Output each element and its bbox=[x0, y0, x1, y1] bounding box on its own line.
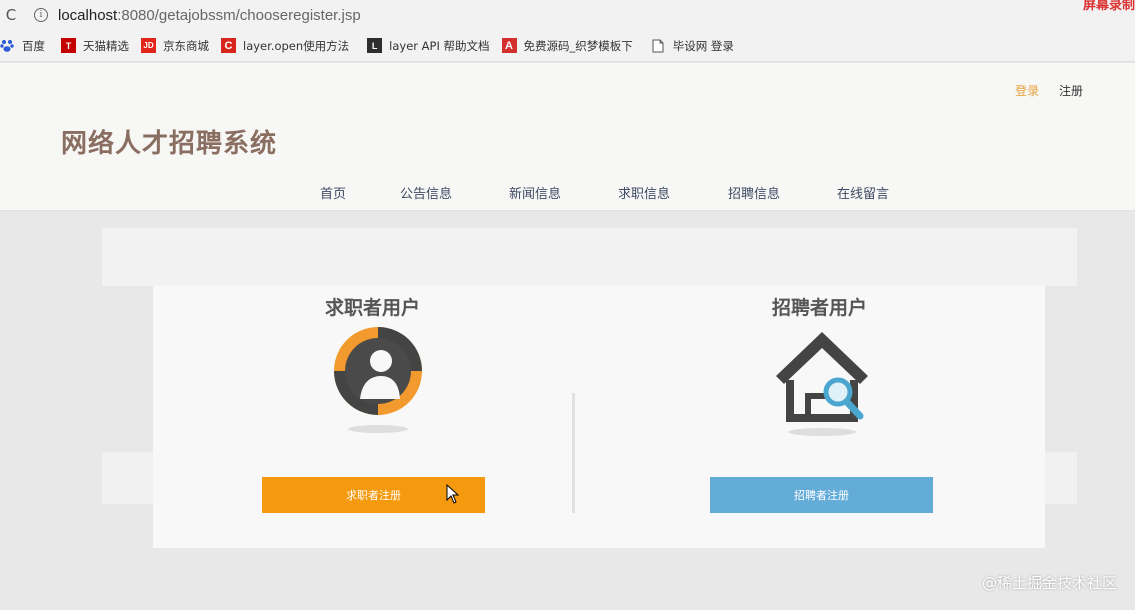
bookmark-jd[interactable]: JD 京东商城 bbox=[141, 38, 209, 54]
bookmark-a[interactable]: A 免费源码_织梦模板下 bbox=[501, 38, 633, 54]
url-field[interactable]: localhost:8080/getajobssm/chooseregister… bbox=[58, 7, 361, 24]
reload-icon[interactable]: C bbox=[0, 6, 22, 24]
tmall-icon: T bbox=[61, 38, 76, 53]
bookmark-label: layer.open使用方法 bbox=[243, 38, 350, 53]
top-links: 登录 注册 bbox=[1015, 82, 1083, 99]
nav-announcements[interactable]: 公告信息 bbox=[400, 183, 452, 202]
site-title: 网络人才招聘系统 bbox=[61, 129, 278, 159]
watermark: @稀土掘金技术社区 bbox=[981, 574, 1117, 592]
nav-news[interactable]: 新闻信息 bbox=[509, 183, 561, 202]
bookmark-layer[interactable]: L layer API 帮助文档 bbox=[367, 38, 490, 54]
jobseeker-title: 求职者用户 bbox=[325, 297, 421, 319]
baidu-icon bbox=[0, 38, 15, 53]
url-host: localhost bbox=[58, 6, 118, 24]
nav-job-seeking[interactable]: 求职信息 bbox=[618, 183, 670, 202]
nav-home[interactable]: 首页 bbox=[320, 183, 346, 202]
recording-badge: 屏幕录制 bbox=[1082, 0, 1135, 13]
bookmark-baidu[interactable]: 百度 bbox=[0, 38, 45, 54]
employer-register-button[interactable]: 招聘者注册 bbox=[710, 477, 933, 513]
site-header: 登录 注册 网络人才招聘系统 首页 公告信息 新闻信息 求职信息 招聘信息 在线… bbox=[0, 63, 1135, 211]
bookmark-label: 百度 bbox=[22, 38, 45, 53]
login-link[interactable]: 登录 bbox=[1015, 84, 1039, 98]
layer-icon: L bbox=[367, 38, 383, 53]
a-icon: A bbox=[501, 38, 517, 53]
background-banner bbox=[102, 228, 1077, 286]
bookmarks-bar: 百度 T 天猫精选 JD 京东商城 C layer.open使用方法 L lay… bbox=[0, 30, 1135, 62]
url-path: :8080/getajobssm/chooseregister.jsp bbox=[117, 6, 361, 24]
bookmark-label: 毕设网 登录 bbox=[672, 38, 734, 53]
register-link[interactable]: 注册 bbox=[1059, 84, 1083, 98]
nav-recruitment[interactable]: 招聘信息 bbox=[728, 183, 780, 202]
bookmark-csdn[interactable]: C layer.open使用方法 bbox=[221, 38, 349, 54]
jobseeker-icon bbox=[330, 323, 426, 439]
bookmark-label: 天猫精选 bbox=[83, 38, 129, 53]
jd-icon: JD bbox=[141, 38, 156, 53]
bookmark-label: 京东商城 bbox=[163, 38, 209, 53]
bookmark-tmall[interactable]: T 天猫精选 bbox=[61, 38, 129, 54]
csdn-icon: C bbox=[221, 38, 236, 53]
employer-title: 招聘者用户 bbox=[772, 297, 868, 319]
mouse-cursor-icon bbox=[446, 483, 460, 508]
bookmark-bishe[interactable]: 毕设网 登录 bbox=[651, 38, 734, 54]
house-search-icon bbox=[770, 326, 874, 442]
column-divider bbox=[572, 393, 575, 513]
nav-messages[interactable]: 在线留言 bbox=[837, 183, 889, 202]
bookmark-label: layer API 帮助文档 bbox=[389, 38, 490, 53]
page-icon bbox=[651, 38, 666, 53]
bookmark-label: 免费源码_织梦模板下 bbox=[523, 38, 633, 53]
info-icon[interactable]: i bbox=[34, 8, 48, 22]
address-bar: C i localhost:8080/getajobssm/chooseregi… bbox=[0, 0, 1135, 30]
